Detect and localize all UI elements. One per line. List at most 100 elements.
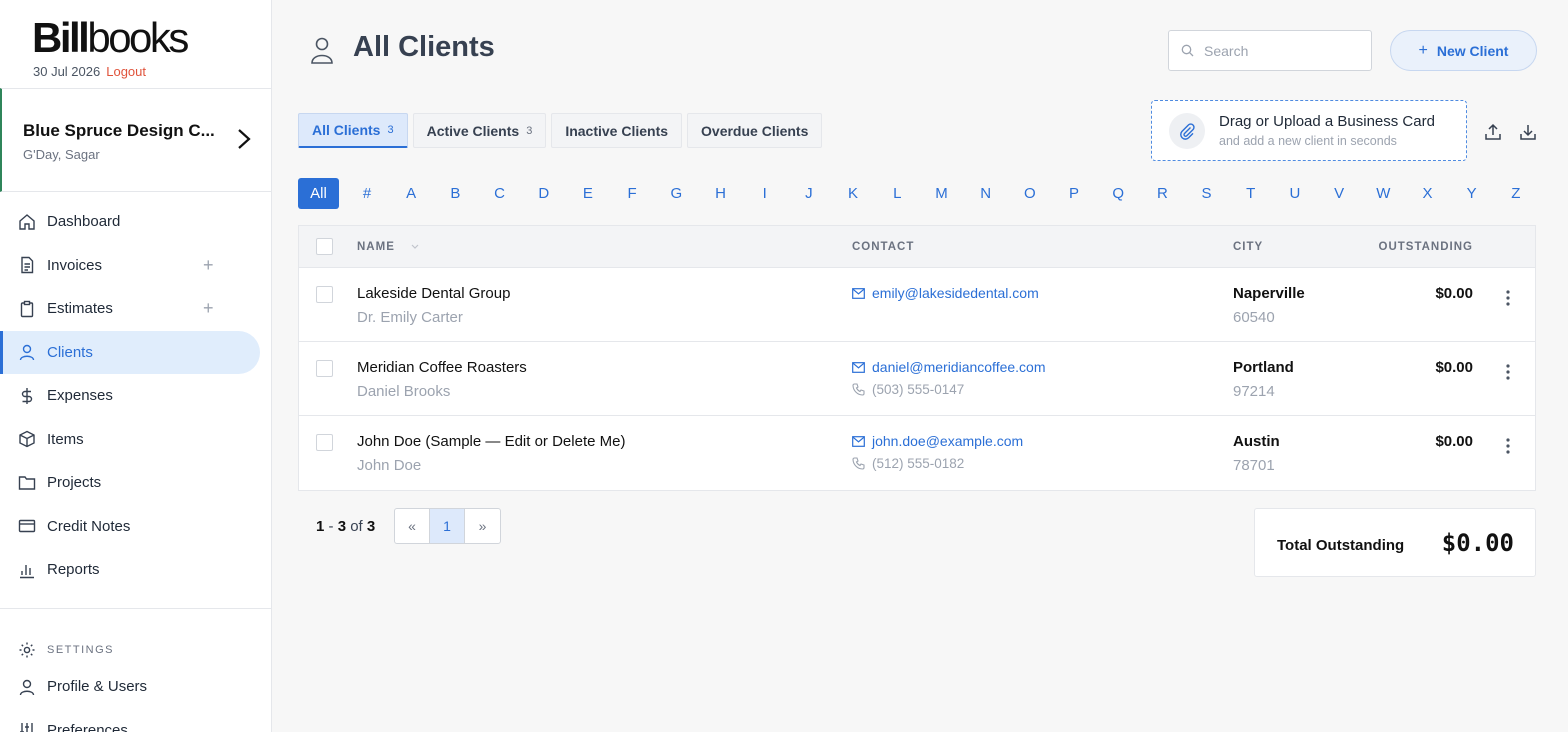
- letter-filter[interactable]: #: [356, 178, 378, 209]
- letter-filter[interactable]: K: [842, 178, 864, 209]
- next-page-button[interactable]: »: [465, 509, 500, 543]
- box-icon: [18, 430, 36, 448]
- nav-item-preferences[interactable]: Preferences: [0, 709, 271, 732]
- page-title: All Clients: [353, 31, 495, 63]
- nav-item-expenses[interactable]: Expenses: [0, 374, 271, 418]
- letter-filter[interactable]: X: [1417, 178, 1439, 209]
- letter-filter[interactable]: A: [400, 178, 422, 209]
- logout-link[interactable]: Logout: [106, 64, 146, 79]
- more-vertical-icon[interactable]: [1503, 288, 1513, 308]
- letter-filter[interactable]: M: [930, 178, 952, 209]
- mail-icon: [852, 361, 865, 373]
- organization-switcher[interactable]: Blue Spruce Design C... G'Day, Sagar: [0, 88, 271, 192]
- letter-filter[interactable]: L: [886, 178, 908, 209]
- column-header-contact: CONTACT: [852, 241, 915, 253]
- billbooks-logo[interactable]: Billbooks: [32, 14, 189, 62]
- column-header-name[interactable]: NAME: [357, 241, 395, 253]
- tab-overdue-clients[interactable]: Overdue Clients: [687, 113, 823, 148]
- letter-filter[interactable]: V: [1328, 178, 1350, 209]
- current-date: 30 Jul 2026: [33, 64, 101, 79]
- tab-inactive-clients[interactable]: Inactive Clients: [551, 113, 683, 148]
- nav-label: Projects: [47, 474, 102, 492]
- client-outstanding: $0.00: [1435, 359, 1473, 376]
- search-box[interactable]: [1168, 30, 1372, 71]
- nav-item-invoices[interactable]: Invoices +: [0, 244, 271, 288]
- letter-filter[interactable]: N: [975, 178, 997, 209]
- letter-filter[interactable]: D: [533, 178, 555, 209]
- client-name[interactable]: Lakeside Dental Group: [357, 285, 510, 302]
- user-icon: [311, 37, 333, 64]
- more-vertical-icon[interactable]: [1503, 436, 1513, 456]
- nav-item-clients[interactable]: Clients: [0, 330, 260, 374]
- letter-filter[interactable]: E: [577, 178, 599, 209]
- letter-filter[interactable]: S: [1196, 178, 1218, 209]
- letter-filter-all[interactable]: All: [298, 178, 339, 209]
- letter-filter[interactable]: Q: [1107, 178, 1129, 209]
- nav-label: Reports: [47, 561, 100, 579]
- download-icon[interactable]: [1518, 122, 1538, 142]
- more-vertical-icon[interactable]: [1503, 362, 1513, 382]
- table-row[interactable]: Meridian Coffee Roasters Daniel Brooks d…: [299, 342, 1535, 416]
- client-zip: 78701: [1233, 457, 1275, 474]
- business-card-upload[interactable]: Drag or Upload a Business Card and add a…: [1151, 100, 1467, 161]
- upload-title: Drag or Upload a Business Card: [1219, 113, 1435, 130]
- nav-label: Items: [47, 430, 84, 448]
- client-name[interactable]: Meridian Coffee Roasters: [357, 359, 527, 376]
- letter-filter[interactable]: C: [489, 178, 511, 209]
- letter-filter[interactable]: J: [798, 178, 820, 209]
- row-checkbox[interactable]: [316, 360, 333, 377]
- add-estimate-button[interactable]: +: [203, 299, 214, 317]
- page-button-current[interactable]: 1: [430, 509, 465, 543]
- nav-item-reports[interactable]: Reports: [0, 548, 271, 592]
- letter-filter[interactable]: G: [665, 178, 687, 209]
- client-email[interactable]: emily@lakesidedental.com: [852, 285, 1039, 301]
- client-zip: 60540: [1233, 309, 1275, 326]
- table-row[interactable]: John Doe (Sample — Edit or Delete Me) Jo…: [299, 416, 1535, 490]
- column-header-city: CITY: [1233, 241, 1264, 253]
- client-email[interactable]: daniel@meridiancoffee.com: [852, 359, 1046, 375]
- letter-filter[interactable]: U: [1284, 178, 1306, 209]
- nav-label: Credit Notes: [47, 517, 131, 535]
- nav-item-projects[interactable]: Projects: [0, 461, 271, 505]
- settings-nav: Profile & Users Preferences: [0, 665, 271, 732]
- add-invoice-button[interactable]: +: [203, 256, 214, 274]
- nav-item-dashboard[interactable]: Dashboard: [0, 200, 271, 244]
- letter-filter[interactable]: H: [710, 178, 732, 209]
- letter-filter[interactable]: I: [754, 178, 776, 209]
- letter-filter[interactable]: O: [1019, 178, 1041, 209]
- select-all-checkbox[interactable]: [316, 238, 333, 255]
- client-name[interactable]: John Doe (Sample — Edit or Delete Me): [357, 433, 625, 450]
- row-checkbox[interactable]: [316, 286, 333, 303]
- nav-item-items[interactable]: Items: [0, 418, 271, 462]
- phone-icon: [852, 383, 865, 396]
- table-row[interactable]: Lakeside Dental Group Dr. Emily Carter e…: [299, 268, 1535, 342]
- letter-filter[interactable]: F: [621, 178, 643, 209]
- contact-person: Dr. Emily Carter: [357, 309, 463, 326]
- nav-item-credit-notes[interactable]: Credit Notes: [0, 505, 271, 549]
- letter-filter[interactable]: B: [444, 178, 466, 209]
- letter-filter[interactable]: R: [1151, 178, 1173, 209]
- nav-divider: [0, 608, 271, 609]
- prev-page-button[interactable]: «: [395, 509, 430, 543]
- letter-filter[interactable]: Y: [1461, 178, 1483, 209]
- tab-active-clients[interactable]: Active Clients 3: [412, 113, 547, 148]
- row-checkbox[interactable]: [316, 434, 333, 451]
- sort-icon[interactable]: [411, 244, 419, 250]
- mail-icon: [852, 287, 865, 299]
- client-outstanding: $0.00: [1435, 433, 1473, 450]
- letter-filter[interactable]: W: [1372, 178, 1394, 209]
- nav-item-profile-users[interactable]: Profile & Users: [0, 665, 271, 709]
- paperclip-icon: [1169, 113, 1205, 149]
- letter-filter[interactable]: T: [1240, 178, 1262, 209]
- nav-item-estimates[interactable]: Estimates +: [0, 287, 271, 331]
- main-content: All Clients + New Client All Clients3 Ac…: [272, 0, 1568, 732]
- new-client-button[interactable]: + New Client: [1390, 30, 1537, 71]
- phone-icon: [852, 457, 865, 470]
- tab-count: 3: [526, 124, 533, 137]
- letter-filter[interactable]: Z: [1505, 178, 1527, 209]
- tab-all-clients[interactable]: All Clients 3: [298, 113, 408, 148]
- client-email[interactable]: john.doe@example.com: [852, 433, 1023, 449]
- upload-icon[interactable]: [1483, 122, 1503, 142]
- search-input[interactable]: [1204, 42, 1364, 59]
- letter-filter[interactable]: P: [1063, 178, 1085, 209]
